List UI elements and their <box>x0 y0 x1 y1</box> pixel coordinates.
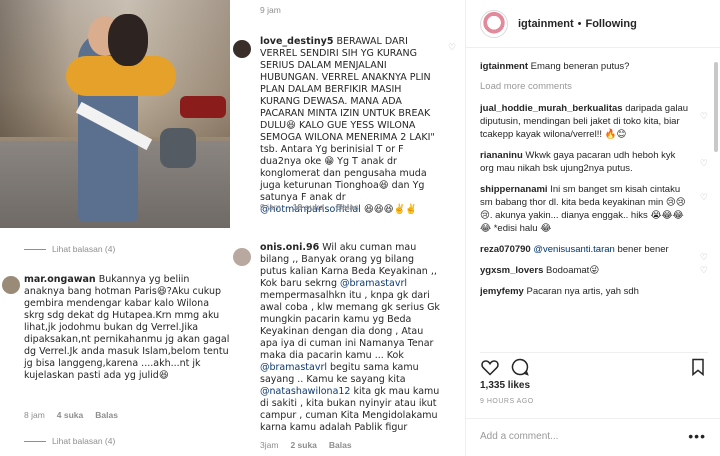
comment-mar-ongawan: mar.ongawan Bukannya yg beliin anaknya b… <box>24 274 230 381</box>
list-item: reza070790 @venisusanti.taran bener bene… <box>480 244 708 262</box>
top-time: 9 jam <box>260 5 281 15</box>
account-username[interactable]: igtainment <box>518 18 574 30</box>
post-sidebar: igtainment • Following igtainment Emang … <box>465 0 720 456</box>
load-more-comments-button[interactable]: Load more comments <box>480 81 708 92</box>
comment-onis: onis.oni.96 Wil aku cuman mau bilang ,, … <box>260 242 440 433</box>
photo-bag <box>160 128 196 168</box>
heart-icon[interactable] <box>480 357 500 377</box>
list-item: ygxsm_lovers Bodoamat😜 ♡ <box>480 264 708 277</box>
account-avatar[interactable] <box>480 9 508 38</box>
comment-love-destiny: love_destiny5 BERAWAL DARI VERREL SENDIR… <box>260 36 435 215</box>
heart-icon[interactable]: ♡ <box>700 157 708 170</box>
avatar <box>233 40 251 58</box>
post-header: igtainment • Following <box>466 0 720 48</box>
caption: igtainment Emang beneran putus? <box>480 61 630 72</box>
comment-meta: 3jam 2 suka Balas <box>260 440 352 450</box>
list-item: jual_hoddie_murah_berkualitas daripada g… <box>480 103 708 140</box>
heart-icon[interactable]: ♡ <box>700 264 708 277</box>
list-item: riananinu Wkwk gaya pacaran udh heboh ky… <box>480 150 708 174</box>
post-actions <box>480 352 708 377</box>
heart-icon[interactable]: ♡ <box>448 42 456 53</box>
view-replies-button[interactable]: Lihat balasan (4) <box>24 436 115 446</box>
likes-count[interactable]: 1,335 likes <box>480 380 530 391</box>
comment-input[interactable]: Add a comment... <box>480 431 558 442</box>
avatar <box>233 248 251 266</box>
post-image: 9 jam love_destiny5 BERAWAL DARI VERREL … <box>0 0 465 456</box>
post-time: 9 HOURS AGO <box>480 398 534 405</box>
list-item: shippernanami Ini sm banget sm kisah cin… <box>480 184 708 234</box>
instagram-post-view: 9 jam love_destiny5 BERAWAL DARI VERREL … <box>0 0 720 456</box>
comments-scrollbar[interactable] <box>714 62 718 152</box>
couple-photo <box>0 0 230 228</box>
photo-car <box>180 96 226 118</box>
more-options-icon[interactable]: ••• <box>688 428 706 444</box>
comment-icon[interactable] <box>510 357 530 377</box>
heart-icon[interactable]: ♡ <box>700 251 708 264</box>
view-replies-button[interactable]: Lihat balasan (4) <box>24 244 115 254</box>
list-item: jemyfemy Pacaran nya artis, yah sdh <box>480 286 639 297</box>
following-button[interactable]: Following <box>585 18 636 30</box>
avatar <box>2 276 20 294</box>
comment-meta: 8 jam 4 suka Balas <box>24 410 118 420</box>
add-comment-bar: Add a comment... ••• <box>466 418 720 456</box>
heart-icon[interactable]: ♡ <box>700 110 708 123</box>
comment-meta: 9 jam 18 suka Balas <box>260 202 359 212</box>
photo-woman-head <box>108 14 148 66</box>
comments-list: igtainment Emang beneran putus? Load mor… <box>480 60 708 338</box>
separator-dot: • <box>577 17 582 30</box>
bookmark-icon[interactable] <box>688 357 708 377</box>
heart-icon[interactable]: ♡ <box>700 191 708 204</box>
